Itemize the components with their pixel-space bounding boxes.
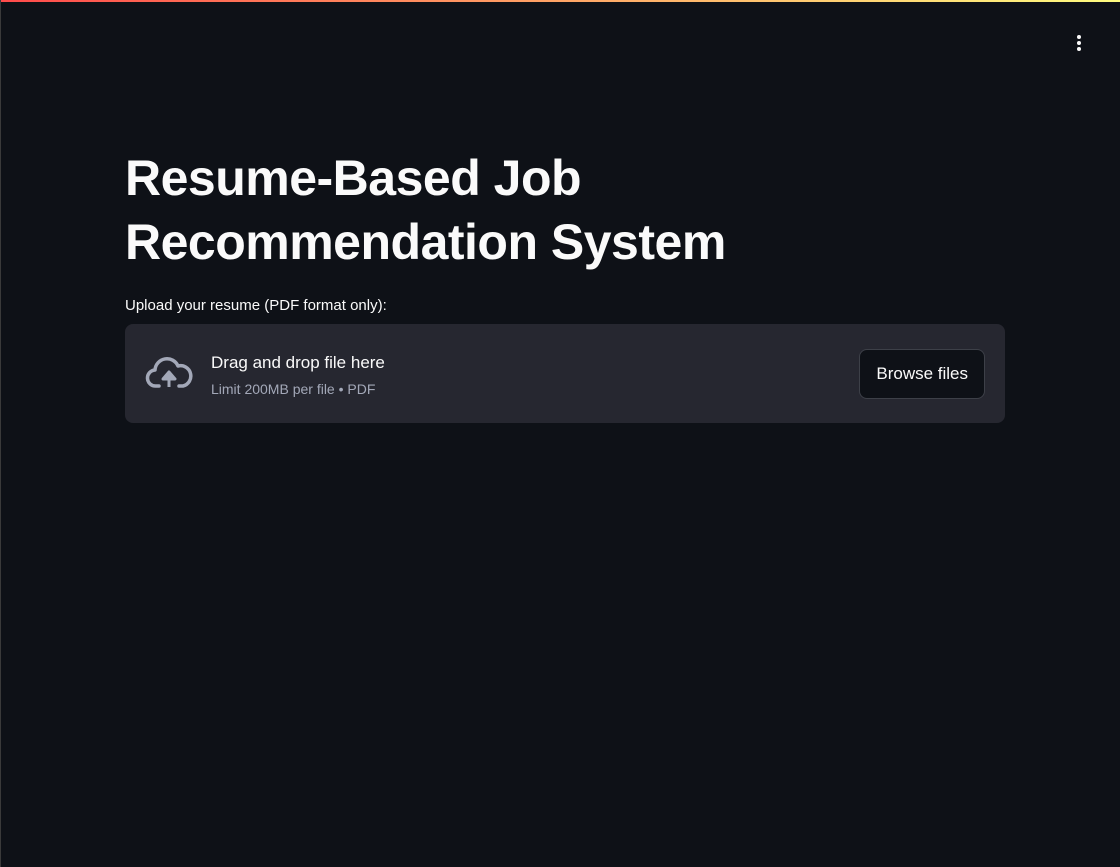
vertical-ellipsis-icon	[1077, 35, 1081, 51]
browse-files-button[interactable]: Browse files	[859, 348, 985, 399]
page-title: Resume-Based Job Recommendation System	[125, 150, 726, 270]
file-dropzone[interactable]: Drag and drop file here Limit 200MB per …	[125, 324, 1005, 423]
dropzone-instruction: Drag and drop file here	[211, 352, 385, 372]
main-menu-button[interactable]	[1067, 30, 1091, 56]
top-decoration-bar	[1, 0, 1120, 2]
dropzone-limit: Limit 200MB per file • PDF	[211, 380, 376, 397]
main-content: Resume-Based Job Recommendation System U…	[125, 146, 1005, 423]
cloud-upload-icon	[145, 356, 193, 388]
uploader-label: Upload your resume (PDF format only):	[125, 297, 387, 314]
